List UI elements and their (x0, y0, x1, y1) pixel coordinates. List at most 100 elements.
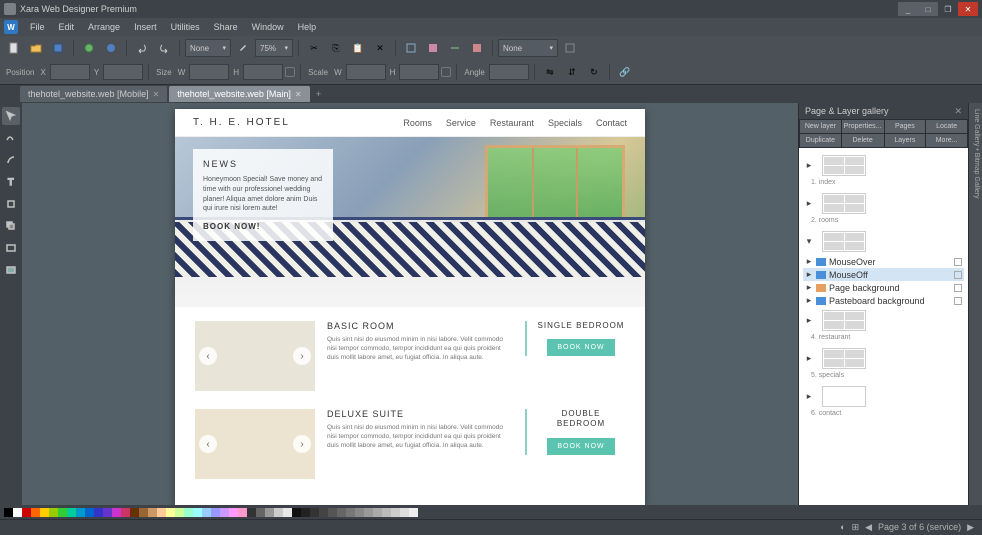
nav-link[interactable]: Restaurant (490, 118, 534, 128)
link-button[interactable]: 🔗 (615, 62, 635, 82)
style-dropdown[interactable]: None (185, 39, 231, 57)
open-button[interactable] (26, 38, 46, 58)
export-button[interactable] (101, 38, 121, 58)
color-swatch[interactable] (283, 508, 292, 517)
page[interactable]: T. H. E. HOTEL Rooms Service Restaurant … (175, 109, 645, 505)
color-swatch[interactable] (238, 508, 247, 517)
menu-arrange[interactable]: Arrange (82, 20, 126, 34)
expand-icon[interactable]: ▸ (805, 160, 813, 171)
color-swatch[interactable] (337, 508, 346, 517)
color-swatch[interactable] (292, 508, 301, 517)
panel-close-icon[interactable]: ✕ (954, 106, 962, 117)
canvas[interactable]: T. H. E. HOTEL Rooms Service Restaurant … (22, 103, 798, 505)
nav-link[interactable]: Service (446, 118, 476, 128)
color-swatch[interactable] (355, 508, 364, 517)
aspect-lock-icon[interactable] (285, 67, 295, 77)
color-swatch[interactable] (274, 508, 283, 517)
window-close-button[interactable]: ✕ (958, 2, 978, 16)
secondary-button[interactable] (560, 38, 580, 58)
close-tab-icon[interactable]: ✕ (295, 90, 302, 99)
window-restore-button[interactable]: ❐ (938, 2, 958, 16)
book-button[interactable]: BOOK NOW (547, 339, 614, 356)
color-swatch[interactable] (157, 508, 166, 517)
redo-button[interactable] (154, 38, 174, 58)
page-node[interactable]: ▸ (803, 190, 964, 217)
expand-icon[interactable]: ▸ (805, 353, 813, 364)
expand-icon[interactable]: ▸ (805, 295, 813, 306)
cut-button[interactable]: ✂ (304, 38, 324, 58)
rotate-button[interactable]: ↻ (584, 62, 604, 82)
angle-input[interactable] (489, 64, 529, 80)
menu-file[interactable]: File (24, 20, 51, 34)
collapse-icon[interactable]: ▾ (805, 236, 813, 247)
color-swatch[interactable] (139, 508, 148, 517)
color-swatch[interactable] (40, 508, 49, 517)
more-button[interactable]: More... (926, 134, 967, 147)
menu-utilities[interactable]: Utilities (165, 20, 206, 34)
layers-button[interactable]: Layers (885, 134, 926, 147)
delete-button[interactable]: Delete (842, 134, 884, 147)
visibility-toggle[interactable] (954, 271, 962, 279)
pos-x-input[interactable] (50, 64, 90, 80)
color-swatch[interactable] (364, 508, 373, 517)
color-swatch[interactable] (112, 508, 121, 517)
color-swatch[interactable] (328, 508, 337, 517)
size-w-input[interactable] (189, 64, 229, 80)
color-swatch[interactable] (85, 508, 94, 517)
menu-share[interactable]: Share (208, 20, 244, 34)
carousel-prev-icon[interactable]: ‹ (199, 435, 217, 453)
rectangle-tool[interactable] (2, 239, 20, 257)
duplicate-button[interactable]: Duplicate (800, 134, 841, 147)
nav-link[interactable]: Contact (596, 118, 627, 128)
color-swatch[interactable] (211, 508, 220, 517)
gallery-names-button[interactable] (401, 38, 421, 58)
color-swatch[interactable] (67, 508, 76, 517)
color-swatch[interactable] (94, 508, 103, 517)
visibility-toggle[interactable] (954, 258, 962, 266)
scale-h-input[interactable] (399, 64, 439, 80)
document-tab-active[interactable]: thehotel_website.web [Main]✕ (169, 86, 309, 102)
copy-button[interactable]: ⎘ (326, 38, 346, 58)
color-swatch[interactable] (49, 508, 58, 517)
new-button[interactable] (4, 38, 24, 58)
book-now-link[interactable]: BOOK NOW! (203, 222, 323, 231)
page-node[interactable]: ▸ (803, 383, 964, 410)
expand-icon[interactable]: ▸ (805, 391, 813, 402)
window-minimize-button[interactable]: _ (898, 2, 918, 16)
color-swatch[interactable] (166, 508, 175, 517)
color-swatch[interactable] (373, 508, 382, 517)
page-node[interactable]: ▸ (803, 345, 964, 372)
pinned-galleries[interactable]: Line Gallery • Bitmap Gallery (968, 103, 982, 505)
color-swatch[interactable] (220, 508, 229, 517)
paint-button[interactable] (233, 38, 253, 58)
color-swatch[interactable] (265, 508, 274, 517)
size-h-input[interactable] (243, 64, 283, 80)
scale-lock-icon[interactable] (441, 67, 451, 77)
color-swatch[interactable] (148, 508, 157, 517)
color-swatch[interactable] (121, 508, 130, 517)
layer-page-bg[interactable]: ▸Page background (803, 281, 964, 294)
add-tab-button[interactable]: + (312, 87, 326, 101)
gallery-bitmap-button[interactable] (423, 38, 443, 58)
save-button[interactable] (48, 38, 68, 58)
color-swatch[interactable] (409, 508, 418, 517)
expand-icon[interactable]: ▸ (805, 282, 813, 293)
visibility-toggle[interactable] (954, 297, 962, 305)
locate-button[interactable]: Locate (926, 120, 967, 133)
snap-icon[interactable]: ⊞ (852, 522, 860, 533)
color-swatch[interactable] (4, 508, 13, 517)
visibility-toggle[interactable] (954, 284, 962, 292)
zoom-dropdown[interactable]: 75% (255, 39, 293, 57)
fill-tool[interactable] (2, 195, 20, 213)
shape-tool[interactable] (2, 151, 20, 169)
color-swatch[interactable] (310, 508, 319, 517)
carousel-next-icon[interactable]: › (293, 435, 311, 453)
freehand-tool[interactable] (2, 129, 20, 147)
color-swatch[interactable] (76, 508, 85, 517)
window-maximize-button[interactable]: □ (918, 2, 938, 16)
new-layer-button[interactable]: New layer (800, 120, 841, 133)
page-node[interactable]: ▸ (803, 152, 964, 179)
color-swatch[interactable] (382, 508, 391, 517)
color-swatch[interactable] (58, 508, 67, 517)
layer-mouseoff-selected[interactable]: ▸MouseOff (803, 268, 964, 281)
